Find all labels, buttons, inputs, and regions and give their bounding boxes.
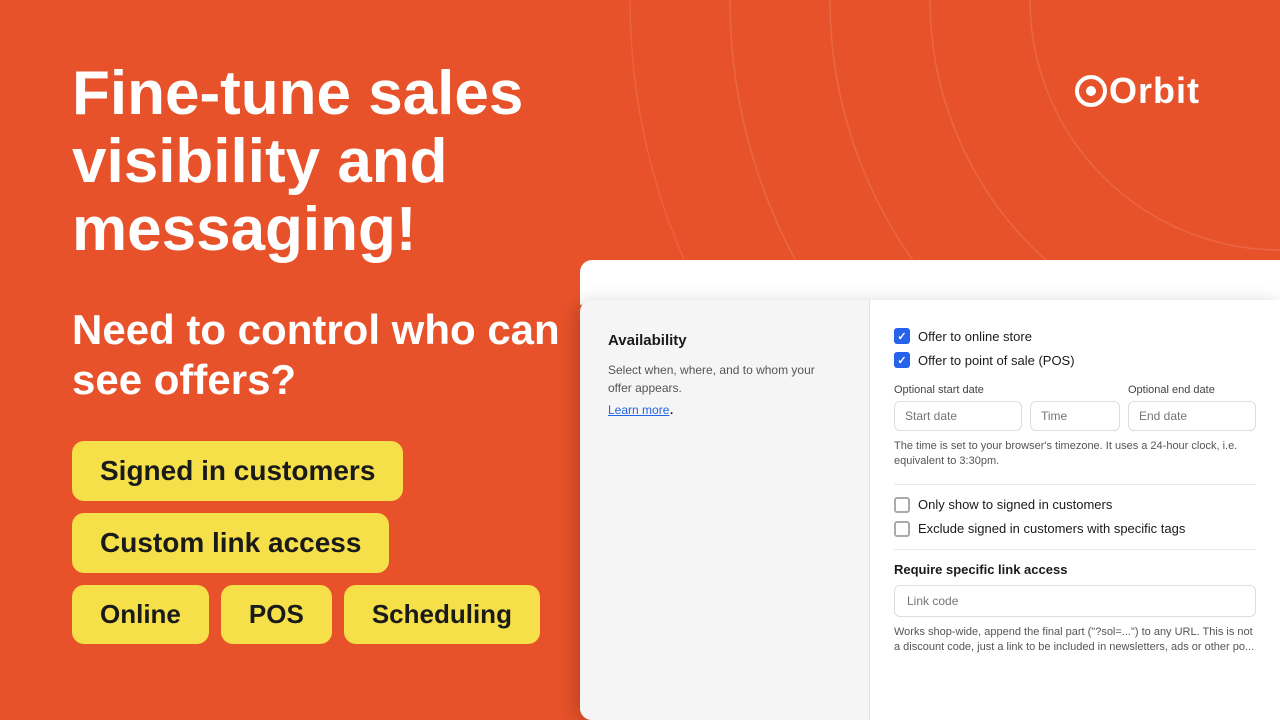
panel-topbar [580, 260, 1280, 305]
pill-online[interactable]: Online [72, 585, 209, 644]
divider-1 [894, 484, 1256, 485]
availability-title: Availability [608, 332, 841, 349]
start-date-input[interactable] [894, 401, 1022, 431]
checkbox-pos[interactable] [894, 352, 910, 368]
pill-pos[interactable]: POS [221, 585, 332, 644]
checkbox-online-store-label: Offer to online store [918, 329, 1032, 344]
logo-text: Orbit [1075, 70, 1200, 111]
pill-signed-in-customers[interactable]: Signed in customers [72, 441, 403, 501]
only-signed-in-label: Only show to signed in customers [918, 497, 1112, 512]
link-desc: Works shop-wide, append the final part (… [894, 625, 1256, 656]
exclude-signed-in-label: Exclude signed in customers with specifi… [918, 521, 1185, 536]
left-content: Fine-tune sales visibility and messaging… [72, 60, 612, 644]
checkbox-row-exclude-signed-in: Exclude signed in customers with specifi… [894, 521, 1256, 537]
pills-container: Signed in customers Custom link access O… [72, 441, 612, 644]
pill-row-3: Online POS Scheduling [72, 585, 612, 644]
end-date-group: Optional end date [1128, 384, 1256, 431]
time-input[interactable] [1030, 401, 1120, 431]
availability-desc: Select when, where, and to whom your off… [608, 361, 841, 397]
checkbox-row-only-signed-in: Only show to signed in customers [894, 497, 1256, 513]
sub-title: Need to control who can see offers? [72, 305, 612, 406]
date-row: Optional start date Time Optional end da… [894, 384, 1256, 431]
checkbox-row-pos: Offer to point of sale (POS) [894, 352, 1256, 368]
divider-2 [894, 549, 1256, 550]
checkbox-pos-label: Offer to point of sale (POS) [918, 353, 1075, 368]
panel-left: Availability Select when, where, and to … [580, 300, 870, 720]
main-title: Fine-tune sales visibility and messaging… [72, 60, 612, 265]
checkbox-online-store[interactable] [894, 328, 910, 344]
pill-custom-link-access[interactable]: Custom link access [72, 513, 389, 573]
panel-right: Offer to online store Offer to point of … [870, 300, 1280, 720]
checkbox-exclude-signed-in[interactable] [894, 521, 910, 537]
checkbox-row-online: Offer to online store [894, 328, 1256, 344]
learn-more-link[interactable]: Learn more [608, 403, 669, 417]
end-date-input[interactable] [1128, 401, 1256, 431]
pill-row-1: Signed in customers [72, 441, 612, 501]
timezone-note: The time is set to your browser's timezo… [894, 439, 1256, 470]
ui-panel: Availability Select when, where, and to … [580, 300, 1280, 720]
end-date-label: Optional end date [1128, 384, 1256, 396]
start-date-group: Optional start date [894, 384, 1022, 431]
checkbox-only-signed-in[interactable] [894, 497, 910, 513]
link-access-title: Require specific link access [894, 562, 1256, 577]
link-code-input[interactable] [894, 585, 1256, 617]
time-group: Time [1030, 384, 1120, 431]
logo: Orbit [1075, 70, 1200, 112]
pill-scheduling[interactable]: Scheduling [344, 585, 540, 644]
start-date-label: Optional start date [894, 384, 1022, 396]
pill-row-2: Custom link access [72, 513, 612, 573]
